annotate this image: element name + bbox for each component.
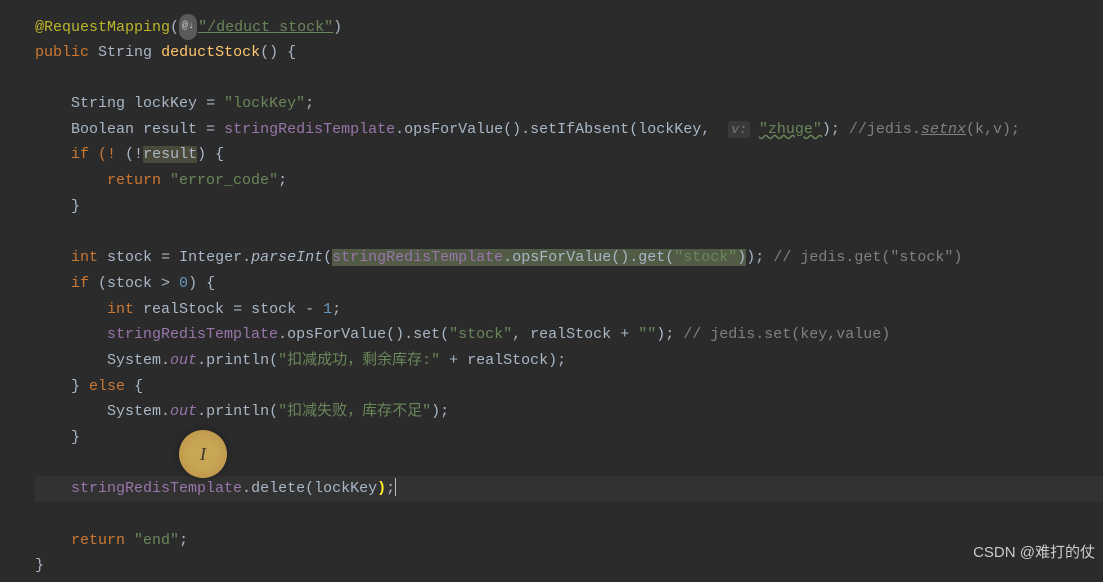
blank-line: [35, 220, 1103, 246]
code-line[interactable]: if (! (!result) {: [35, 142, 1103, 168]
watermark: CSDN @难打的仗: [973, 541, 1095, 562]
code-line[interactable]: }: [35, 553, 1103, 579]
gutter-icon[interactable]: @↓: [179, 14, 197, 40]
code-line[interactable]: Boolean result = stringRedisTemplate.ops…: [35, 117, 1103, 143]
code-line[interactable]: System.out.println("扣减失败，库存不足");: [35, 399, 1103, 425]
blank-line: [35, 502, 1103, 528]
code-line[interactable]: }: [35, 194, 1103, 220]
caret-icon: [395, 478, 396, 496]
keyword-public: public: [35, 44, 89, 61]
code-editor[interactable]: @RequestMapping(@↓"/deduct_stock") publi…: [0, 0, 1103, 579]
code-line[interactable]: String lockKey = "lockKey";: [35, 91, 1103, 117]
code-line[interactable]: return "end";: [35, 528, 1103, 554]
code-line[interactable]: stringRedisTemplate.opsForValue().set("s…: [35, 322, 1103, 348]
code-line[interactable]: @RequestMapping(@↓"/deduct_stock"): [35, 14, 1103, 40]
annotation: @RequestMapping: [35, 19, 170, 36]
code-line[interactable]: if (stock > 0) {: [35, 271, 1103, 297]
code-line[interactable]: public String deductStock() {: [35, 40, 1103, 66]
current-line[interactable]: stringRedisTemplate.delete(lockKey);: [35, 476, 1103, 502]
code-line[interactable]: int stock = Integer.parseInt(stringRedis…: [35, 245, 1103, 271]
code-line[interactable]: } else {: [35, 374, 1103, 400]
method-name: deductStock: [161, 44, 260, 61]
highlighted-var: result: [143, 146, 197, 163]
code-line[interactable]: int realStock = stock - 1;: [35, 297, 1103, 323]
code-line[interactable]: return "error_code";: [35, 168, 1103, 194]
blank-line: [35, 65, 1103, 91]
inlay-hint: v:: [728, 121, 750, 138]
code-line[interactable]: System.out.println("扣减成功，剩余库存:" + realSt…: [35, 348, 1103, 374]
url-path-string: "/deduct_stock": [198, 19, 333, 36]
cursor-indicator-icon: I: [179, 430, 227, 478]
